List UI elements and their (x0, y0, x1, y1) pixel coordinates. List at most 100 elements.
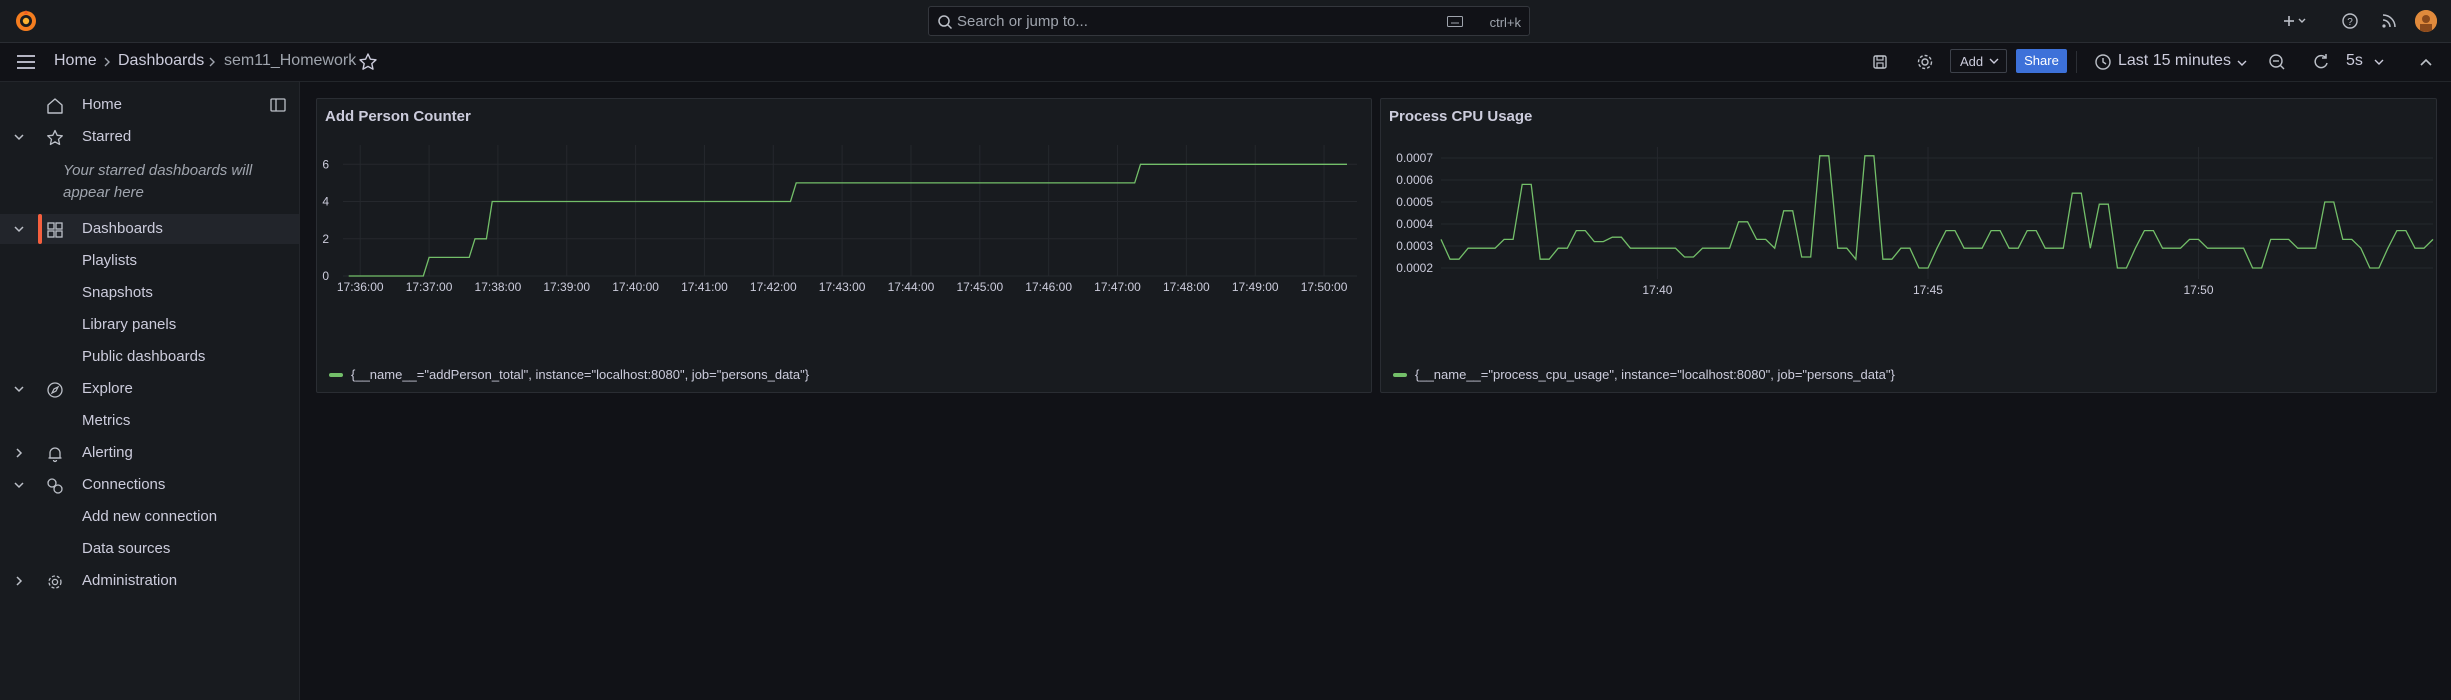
time-range-picker[interactable]: Last 15 minutes (2090, 51, 2250, 73)
dashboard-nav-bar: Home Dashboards sem11_Homework Add Share… (0, 43, 2451, 82)
sidebar-item-data-sources[interactable]: Data sources (0, 534, 299, 564)
refresh-interval-label: 5s (2346, 52, 2363, 69)
search-input[interactable]: Search or jump to... ctrl+k (928, 6, 1530, 36)
share-button[interactable]: Share (2016, 49, 2067, 73)
chevron-right-icon[interactable] (13, 575, 25, 587)
breadcrumb-dashboards[interactable]: Dashboards (118, 52, 204, 70)
breadcrumb-home[interactable]: Home (54, 52, 97, 70)
x-tick-label: 17:41:00 (681, 280, 728, 294)
menu-icon[interactable] (16, 53, 36, 71)
chevron-down-icon (2237, 60, 2247, 66)
legend-label: {__name__="addPerson_total", instance="l… (351, 367, 810, 382)
chevron-down-icon[interactable] (13, 383, 25, 395)
x-tick-label: 17:43:00 (819, 280, 866, 294)
search-icon (938, 15, 953, 30)
chevron-down-icon (1989, 58, 1999, 64)
sidebar-item-label: Snapshots (82, 284, 153, 301)
compass-icon (47, 382, 63, 398)
search-shortcut: ctrl+k (1489, 15, 1521, 30)
y-tick-label: 0.0003 (1396, 239, 1433, 253)
connections-icon (47, 478, 63, 494)
sidebar: Home Starred Your starred dashboards wil… (0, 82, 300, 700)
chevron-down-icon[interactable] (13, 131, 25, 143)
sidebar-item-explore[interactable]: Explore (0, 374, 299, 404)
svg-text:?: ? (2347, 17, 2353, 28)
legend-item[interactable]: {__name__="process_cpu_usage", instance=… (1393, 367, 1895, 382)
x-tick-label: 17:50 (2184, 283, 2214, 297)
x-tick-label: 17:40 (1642, 283, 1672, 297)
sidebar-item-connections[interactable]: Connections (0, 470, 299, 500)
x-tick-label: 17:50:00 (1301, 280, 1348, 294)
zoom-out-icon[interactable] (2267, 52, 2287, 72)
apps-icon (47, 222, 63, 238)
sidebar-item-label: Connections (82, 476, 166, 493)
sidebar-item-label: Starred (82, 128, 132, 145)
add-button[interactable]: Add (1950, 49, 2007, 73)
chevron-down-icon[interactable] (13, 479, 25, 491)
sidebar-item-label: Home (82, 96, 123, 113)
sidebar-item-library-panels[interactable]: Library panels (0, 310, 299, 340)
sidebar-item-starred[interactable]: Starred (0, 122, 299, 152)
y-tick-label: 0.0002 (1396, 261, 1433, 275)
chevron-down-icon[interactable] (13, 223, 25, 235)
time-series-chart[interactable]: 17:36:00 17:37:00 17:38:00 17:39:00 17:40:00… (317, 139, 1371, 364)
sidebar-item-home[interactable]: Home (0, 90, 299, 120)
star-icon[interactable] (358, 52, 378, 72)
sidebar-item-add-new-connection[interactable]: Add new connection (0, 502, 299, 532)
chevron-right-icon[interactable] (13, 447, 25, 459)
avatar[interactable] (2415, 10, 2437, 32)
new-menu-button[interactable] (2279, 11, 2311, 31)
sidebar-item-label: Alerting (82, 444, 133, 461)
legend-swatch (329, 372, 343, 377)
x-tick-label: 17:47:00 (1094, 280, 1141, 294)
series-line (1440, 155, 2434, 269)
time-range-label: Last 15 minutes (2118, 52, 2231, 69)
refresh-interval-picker[interactable]: 5s (2346, 52, 2386, 70)
collapse-icon[interactable] (2416, 52, 2436, 72)
x-tick-label: 17:40:00 (612, 280, 659, 294)
chevron-right-icon (104, 57, 110, 67)
top-bar: Search or jump to... ctrl+k ? (0, 0, 2451, 43)
x-tick-label: 17:44:00 (888, 280, 935, 294)
sidebar-item-snapshots[interactable]: Snapshots (0, 278, 299, 308)
panel-add-person-counter[interactable]: Add Person Counter 17:36:00 17:37:00 17:38… (316, 98, 1372, 393)
search-placeholder: Search or jump to... (957, 13, 1088, 30)
x-tick-label: 17:38:00 (475, 280, 522, 294)
time-series-chart[interactable]: 17:40 17:45 17:50 0.0002 0.0003 0.0004 0.0005 0… (1381, 139, 2436, 364)
legend-swatch (1393, 372, 1407, 377)
y-tick-label: 0.0004 (1396, 217, 1433, 231)
sidebar-item-label: Administration (82, 572, 178, 589)
news-icon[interactable] (2379, 11, 2399, 31)
panel-title[interactable]: Process CPU Usage (1389, 108, 1532, 125)
legend-item[interactable]: {__name__="addPerson_total", instance="l… (329, 367, 809, 382)
keyboard-icon (1447, 16, 1463, 27)
gear-icon[interactable] (1915, 52, 1935, 72)
panel-title[interactable]: Add Person Counter (325, 108, 471, 125)
sidebar-item-metrics[interactable]: Metrics (0, 406, 299, 436)
chevron-down-icon (2374, 59, 2384, 65)
x-tick-label: 17:39:00 (543, 280, 590, 294)
panel-process-cpu-usage[interactable]: Process CPU Usage 17:40 17:45 17:50 0.0002 0… (1380, 98, 2437, 393)
refresh-icon[interactable] (2311, 52, 2331, 72)
help-icon[interactable]: ? (2340, 11, 2360, 31)
divider (2076, 51, 2077, 73)
plus-icon (2284, 16, 2306, 26)
x-tick-label: 17:36:00 (337, 280, 384, 294)
series-line (348, 163, 1347, 277)
x-tick-label: 17:49:00 (1232, 280, 1279, 294)
y-tick-label: 2 (322, 232, 329, 246)
grafana-logo[interactable] (14, 9, 38, 33)
save-icon[interactable] (1870, 52, 1890, 72)
sidebar-item-label: Explore (82, 380, 133, 397)
sidebar-item-label: Add new connection (82, 508, 218, 525)
y-tick-label: 0.0007 (1396, 151, 1433, 165)
y-tick-label: 0.0005 (1396, 195, 1433, 209)
sidebar-item-dashboards[interactable]: Dashboards (0, 214, 299, 244)
sidebar-item-playlists[interactable]: Playlists (0, 246, 299, 276)
sidebar-item-public-dashboards[interactable]: Public dashboards (0, 342, 299, 372)
sidebar-item-alerting[interactable]: Alerting (0, 438, 299, 468)
sidebar-item-label: Metrics (82, 412, 131, 429)
sidebar-item-label: Dashboards (82, 220, 163, 237)
sidebar-item-administration[interactable]: Administration (0, 566, 299, 596)
y-tick-label: 4 (322, 195, 329, 209)
